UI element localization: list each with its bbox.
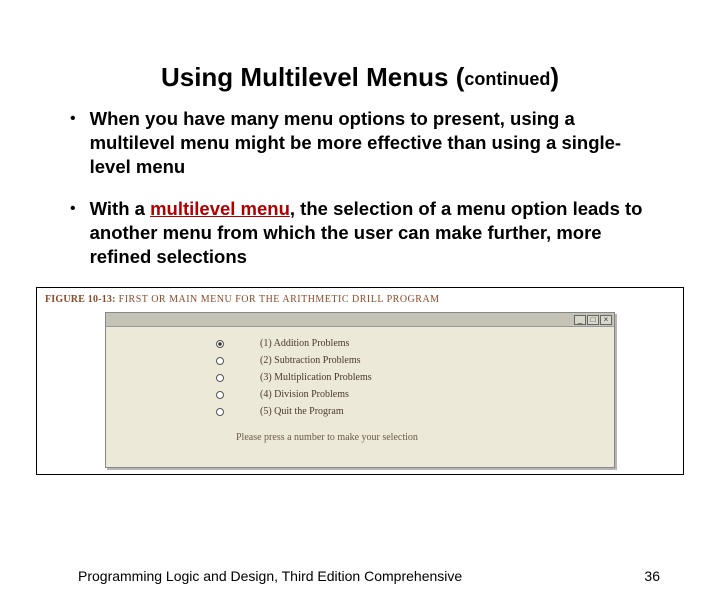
figure-label: FIGURE 10-13: [45, 294, 116, 305]
radio-icon[interactable] [216, 357, 224, 365]
bullet-item: • When you have many menu options to pre… [70, 107, 660, 179]
radio-icon[interactable] [216, 391, 224, 399]
menu-item: (4) Division Problems [106, 386, 614, 403]
footer-page-number: 36 [644, 568, 660, 584]
radio-icon[interactable] [216, 408, 224, 416]
maximize-button[interactable]: □ [587, 315, 599, 325]
radio-icon[interactable] [216, 340, 224, 348]
menu-item: (3) Multiplication Problems [106, 369, 614, 386]
menu-item-label: (4) Division Problems [260, 389, 349, 400]
titlebar: _ □ × [106, 313, 614, 327]
slide-footer: Programming Logic and Design, Third Edit… [78, 568, 660, 584]
bullet-text: When you have many menu options to prese… [90, 107, 660, 179]
slide-title: Using Multilevel Menus (continued) [0, 62, 720, 93]
menu-item-label: (2) Subtraction Problems [260, 355, 361, 366]
bullet-dot-icon: • [70, 197, 76, 269]
bullet-text: With a multilevel menu, the selection of… [90, 197, 660, 269]
menu-item: (1) Addition Problems [106, 335, 614, 352]
menu-options: (1) Addition Problems (2) Subtraction Pr… [106, 327, 614, 443]
figure-caption-text: FIRST OR MAIN MENU FOR THE ARITHMETIC DR… [116, 294, 440, 305]
menu-item-label: (1) Addition Problems [260, 338, 349, 349]
title-main: Using Multilevel Menus [161, 62, 456, 92]
menu-item-label: (5) Quit the Program [260, 406, 344, 417]
bullet-item: • With a multilevel menu, the selection … [70, 197, 660, 269]
menu-prompt: Please press a number to make your selec… [236, 432, 614, 443]
menu-item: (5) Quit the Program [106, 403, 614, 420]
bullet-prefix: With a [90, 198, 150, 219]
figure-container: FIGURE 10-13: FIRST OR MAIN MENU FOR THE… [36, 287, 684, 475]
menu-item: (2) Subtraction Problems [106, 352, 614, 369]
menu-item-label: (3) Multiplication Problems [260, 372, 372, 383]
title-close-paren: ) [550, 62, 559, 92]
figure-caption: FIGURE 10-13: FIRST OR MAIN MENU FOR THE… [37, 288, 683, 309]
close-button[interactable]: × [600, 315, 612, 325]
bullet-list: • When you have many menu options to pre… [70, 107, 660, 269]
radio-icon[interactable] [216, 374, 224, 382]
dialog-window: _ □ × (1) Addition Problems (2) Subtract… [105, 312, 615, 468]
minimize-button[interactable]: _ [574, 315, 586, 325]
title-continued: continued [464, 69, 550, 89]
keyword-multilevel-menu: multilevel menu [150, 198, 290, 219]
footer-book-title: Programming Logic and Design, Third Edit… [78, 568, 462, 584]
bullet-dot-icon: • [70, 107, 76, 179]
